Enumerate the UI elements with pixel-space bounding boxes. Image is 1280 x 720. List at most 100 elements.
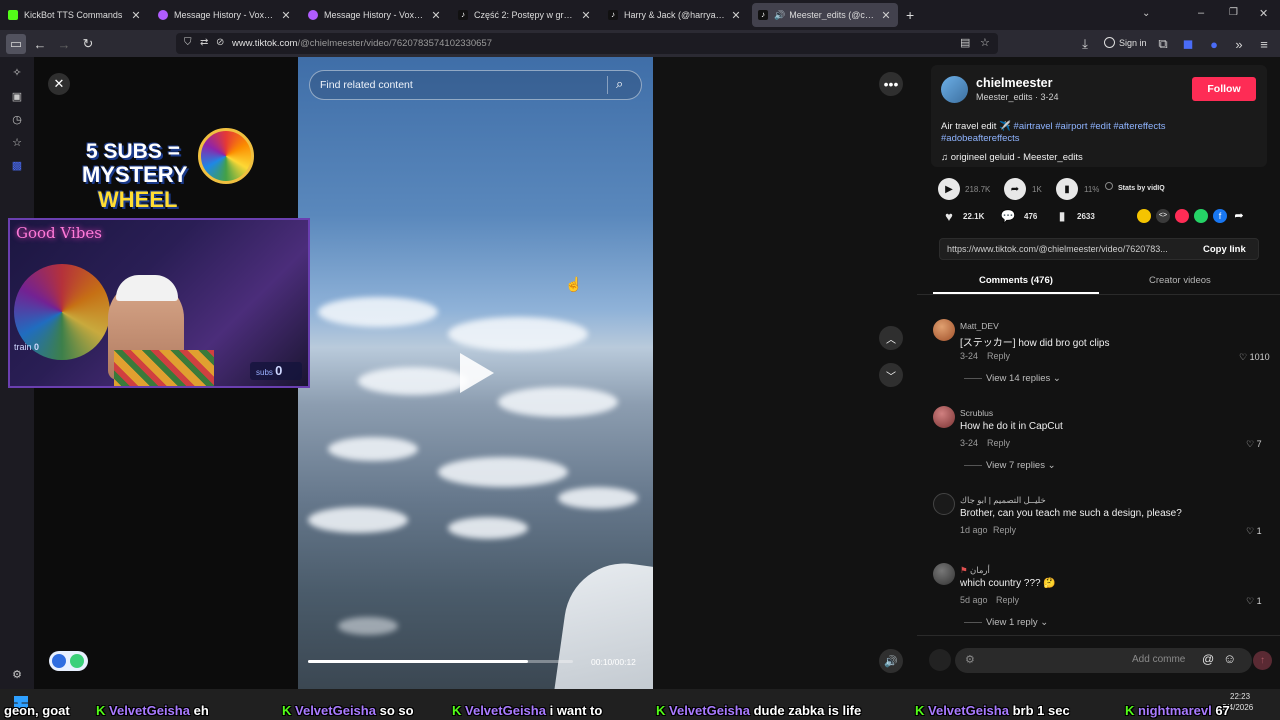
- commenter-name[interactable]: Matt_DEV: [960, 321, 999, 331]
- forward-icon[interactable]: →: [54, 34, 74, 54]
- comment-like[interactable]: ♡ 1: [1246, 526, 1262, 537]
- progress-bar[interactable]: [308, 660, 573, 663]
- video-player[interactable]: Find related content ⌕ 00:10/00:12: [298, 57, 653, 689]
- like-heart-icon[interactable]: ♥: [938, 205, 960, 227]
- synced-tabs-icon[interactable]: ▣: [10, 89, 24, 103]
- view-replies-button[interactable]: View 1 reply ⌄: [964, 617, 1048, 628]
- hashtags[interactable]: #airtravel #airport #edit #aftereffects: [1014, 121, 1166, 132]
- close-icon[interactable]: ✕: [130, 9, 142, 22]
- bookmark-icon[interactable]: ▮: [1051, 205, 1073, 227]
- post-comment-button[interactable]: ↑: [1253, 651, 1272, 670]
- reply-button[interactable]: Reply: [987, 438, 1010, 448]
- extension-circle-icon[interactable]: ●: [1204, 34, 1224, 54]
- tab-kickbot[interactable]: KickBot TTS Commands ✕: [2, 3, 148, 27]
- extensions-icon[interactable]: ⧉: [1153, 34, 1173, 54]
- play-icon[interactable]: [460, 353, 494, 393]
- previous-video-button[interactable]: ︿: [879, 326, 903, 350]
- tab-tiktok-meester[interactable]: ♪ 🔊 Meester_edits (@chielmeester ✕: [752, 3, 898, 27]
- emoji-icon[interactable]: ☺: [1223, 651, 1236, 666]
- sign-in-button[interactable]: Sign in: [1104, 37, 1147, 48]
- close-icon[interactable]: ✕: [580, 9, 592, 22]
- reader-view-icon[interactable]: ▤: [960, 36, 970, 49]
- no-autoplay-icon[interactable]: ⊘: [216, 37, 224, 48]
- view-replies-button[interactable]: View 14 replies ⌄: [964, 373, 1061, 384]
- commenter-avatar[interactable]: [933, 493, 955, 515]
- shield-icon[interactable]: ⛉: [184, 37, 192, 48]
- overlay-toggle[interactable]: [49, 651, 88, 671]
- author-avatar[interactable]: [941, 76, 968, 103]
- send-to-friends-icon[interactable]: [1175, 209, 1189, 223]
- share-stat-icon[interactable]: ➦: [1004, 178, 1026, 200]
- close-icon[interactable]: ✕: [880, 9, 892, 22]
- downloads-icon[interactable]: ⤓: [1075, 34, 1095, 54]
- commenter-name[interactable]: Scrublus: [960, 408, 993, 418]
- close-icon[interactable]: ✕: [280, 9, 292, 22]
- sound-info[interactable]: ♫ origineel geluid - Meester_edits: [941, 152, 1083, 163]
- minimize-icon[interactable]: –: [1198, 7, 1204, 19]
- tab-tiktok-darts[interactable]: ♪ Część 2: Postępy w grze w darts ✕: [452, 3, 598, 27]
- video-link-text[interactable]: https://www.tiktok.com/@chielmeester/vid…: [947, 244, 1190, 254]
- extension-icon[interactable]: ▩: [10, 158, 24, 172]
- commenter-avatar[interactable]: [933, 406, 955, 428]
- hashtag-adobe[interactable]: #adobeaftereffects: [941, 133, 1020, 144]
- chevron-down-icon[interactable]: ⌄: [1142, 8, 1150, 19]
- copy-link-button[interactable]: Copy link: [1203, 244, 1246, 255]
- search-icon[interactable]: ⌕: [616, 76, 623, 92]
- reload-icon[interactable]: ↻: [78, 34, 98, 54]
- embed-code-icon[interactable]: <>: [1156, 209, 1170, 223]
- chart-stat-icon[interactable]: ▮: [1056, 178, 1078, 200]
- reply-button[interactable]: Reply: [993, 525, 1016, 535]
- url-bar[interactable]: ⛉ ⇄ ⊘ www.tiktok.com/@chielmeester/video…: [176, 33, 998, 54]
- facebook-icon[interactable]: f: [1213, 209, 1227, 223]
- commenter-name[interactable]: خليــل التصميم | ابو جاك: [960, 495, 1046, 506]
- reply-button[interactable]: Reply: [987, 351, 1010, 361]
- close-icon[interactable]: ✕: [430, 9, 442, 22]
- history-icon[interactable]: ◷: [10, 112, 24, 126]
- permissions-icon[interactable]: ⇄: [200, 37, 208, 48]
- search-input[interactable]: Find related content: [320, 79, 413, 91]
- next-video-button[interactable]: ﹀: [879, 363, 903, 387]
- coin-icon[interactable]: [1137, 209, 1151, 223]
- more-options-icon[interactable]: •••: [879, 72, 903, 96]
- commenter-name[interactable]: ⚑ أرمان: [960, 565, 990, 576]
- author-display-name[interactable]: chielmeester: [976, 76, 1052, 90]
- comment-input-box[interactable]: ⚙ Add comme @ ☺: [955, 648, 1252, 673]
- mention-icon[interactable]: @: [1202, 652, 1214, 666]
- ai-sparkle-icon[interactable]: ✧: [10, 65, 24, 79]
- tab-comments[interactable]: Comments (476): [979, 275, 1053, 286]
- close-window-icon[interactable]: ✕: [1259, 7, 1268, 20]
- whatsapp-icon[interactable]: [1194, 209, 1208, 223]
- tab-creator-videos[interactable]: Creator videos: [1149, 275, 1211, 286]
- tab-voxbot-1[interactable]: Message History - VoxBot ✕: [152, 3, 298, 27]
- close-icon[interactable]: ✕: [730, 9, 742, 22]
- bookmark-star-icon[interactable]: ☆: [980, 36, 990, 49]
- comment-input[interactable]: Add comme: [1132, 654, 1185, 665]
- follow-button[interactable]: Follow: [1192, 77, 1256, 101]
- sticker-icon[interactable]: ⚙: [965, 653, 975, 666]
- new-tab-icon[interactable]: +: [906, 7, 914, 23]
- speaker-icon[interactable]: 🔊: [774, 10, 785, 21]
- sidebar-toggle-icon[interactable]: ▭: [6, 34, 26, 54]
- comment-like[interactable]: ♡ 1010: [1239, 352, 1270, 363]
- comment-like[interactable]: ♡ 7: [1246, 439, 1262, 450]
- maximize-icon[interactable]: ❐: [1229, 7, 1238, 18]
- menu-icon[interactable]: ≡: [1254, 34, 1274, 54]
- tab-tiktok-harry[interactable]: ♪ Harry & Jack (@harryandjack_) ✕: [602, 3, 748, 27]
- view-replies-button[interactable]: View 7 replies ⌄: [964, 460, 1056, 471]
- tab-voxbot-2[interactable]: Message History - VoxBot ✕: [302, 3, 448, 27]
- extension-shield-icon[interactable]: ◼: [1178, 34, 1198, 54]
- settings-gear-icon[interactable]: ⚙: [10, 667, 24, 681]
- reply-button[interactable]: Reply: [996, 595, 1019, 605]
- bookmarks-icon[interactable]: ☆: [10, 135, 24, 149]
- comment-like[interactable]: ♡ 1: [1246, 596, 1262, 607]
- commenter-avatar[interactable]: [933, 319, 955, 341]
- play-stat-icon[interactable]: ▶: [938, 178, 960, 200]
- close-video-button[interactable]: ✕: [48, 73, 70, 95]
- volume-icon[interactable]: 🔊: [879, 649, 903, 673]
- commenter-avatar[interactable]: [933, 563, 955, 585]
- back-icon[interactable]: ←: [30, 34, 50, 54]
- search-box[interactable]: Find related content ⌕: [309, 70, 642, 100]
- share-arrow-icon[interactable]: ➦: [1232, 209, 1246, 223]
- overflow-chevron-icon[interactable]: »: [1229, 34, 1249, 54]
- comment-bubble-icon[interactable]: 💬: [997, 205, 1019, 227]
